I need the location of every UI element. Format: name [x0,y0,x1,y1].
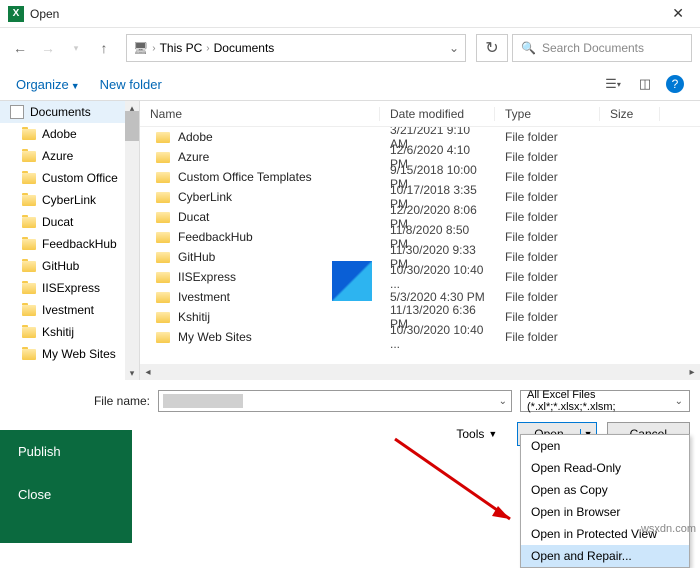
sidebar-item[interactable]: Ivestment [0,299,139,321]
folder-icon [156,192,170,203]
folder-icon [156,212,170,223]
back-button[interactable]: ← [8,36,32,60]
search-icon: 🔍 [521,41,536,55]
scroll-left-icon[interactable]: ◂ [140,367,156,378]
menu-open-repair[interactable]: Open and Repair... [521,545,689,567]
folder-icon [156,152,170,163]
folder-icon [156,272,170,283]
folder-icon [22,151,36,162]
scroll-right-icon[interactable]: ▸ [684,367,700,378]
folder-icon [22,327,36,338]
breadcrumb-root[interactable]: This PC [160,41,203,55]
sidebar-item[interactable]: Adobe [0,123,139,145]
sidebar-root-documents[interactable]: Documents [0,101,139,123]
file-row[interactable]: IISExpress10/30/2020 10:40 ...File folde… [140,267,700,287]
folder-icon [156,232,170,243]
documents-icon [10,105,24,119]
folder-icon [156,292,170,303]
folder-icon [22,239,36,250]
help-button[interactable]: ? [666,75,684,93]
filename-input[interactable]: ⌄ [158,390,512,412]
chevron-right-icon: › [152,43,155,54]
overlay-logo [332,261,372,301]
folder-icon [22,305,36,316]
col-date[interactable]: Date modified [380,107,495,121]
file-type-filter[interactable]: All Excel Files (*.xl*;*.xlsx;*.xlsm; ⌄ [520,390,690,412]
chevron-down-icon[interactable]: ⌄ [499,396,507,407]
menu-open-copy[interactable]: Open as Copy [521,479,689,501]
sidebar-scrollbar[interactable]: ▴ ▾ [125,101,139,380]
col-size[interactable]: Size [600,107,660,121]
menu-open[interactable]: Open [521,435,689,457]
refresh-button[interactable]: ↻ [476,34,508,62]
breadcrumb-current[interactable]: Documents [214,41,275,55]
main-area: Documents Adobe Azure Custom Office Cybe… [0,100,700,380]
folder-icon [156,252,170,263]
new-folder-button[interactable]: New folder [100,77,162,92]
col-name[interactable]: Name [140,107,380,121]
tools-dropdown[interactable]: Tools▼ [456,427,497,441]
folder-icon [156,132,170,143]
scroll-thumb[interactable] [125,111,139,141]
sidebar-item[interactable]: CyberLink [0,189,139,211]
sidebar-item[interactable]: Azure [0,145,139,167]
sidebar-item[interactable]: FeedbackHub [0,233,139,255]
search-input[interactable]: 🔍 Search Documents [512,34,692,62]
col-type[interactable]: Type [495,107,600,121]
sidebar-item[interactable]: IISExpress [0,277,139,299]
menu-open-browser[interactable]: Open in Browser [521,501,689,523]
folder-icon [156,172,170,183]
folder-icon [22,217,36,228]
breadcrumb-dropdown[interactable]: ⌄ [449,41,459,55]
recent-dropdown[interactable]: ▾ [64,36,88,60]
chevron-down-icon: ⌄ [675,396,683,407]
window-title: Open [30,7,664,21]
excel-icon: X [8,6,24,22]
open-dropdown-menu: Open Open Read-Only Open as Copy Open in… [520,434,690,568]
backstage-sidebar: Publish Close [0,430,132,543]
filename-label: File name: [90,394,150,408]
sidebar: Documents Adobe Azure Custom Office Cybe… [0,101,140,380]
view-options-button[interactable]: ☰▾ [602,73,624,95]
title-bar: X Open ✕ [0,0,700,28]
watermark: wsxdn.com [641,523,696,535]
backstage-publish[interactable]: Publish [0,430,132,473]
sidebar-item[interactable]: Custom Office [0,167,139,189]
folder-icon [156,312,170,323]
folder-icon [22,261,36,272]
folder-icon [22,283,36,294]
close-button[interactable]: ✕ [664,5,692,22]
preview-pane-button[interactable]: ◫ [634,73,656,95]
backstage-close[interactable]: Close [0,473,132,516]
file-list: Name Date modified Type Size Adobe3/21/2… [140,101,700,380]
breadcrumb[interactable]: 🖥 › This PC › Documents ⌄ [126,34,466,62]
toolbar: Organize▼ New folder ☰▾ ◫ ? [0,68,700,100]
column-headers: Name Date modified Type Size [140,101,700,127]
folder-icon [22,129,36,140]
pc-icon: 🖥 [133,41,148,55]
sidebar-item[interactable]: Kshitij [0,321,139,343]
horizontal-scrollbar[interactable]: ◂ ▸ [140,364,700,380]
sidebar-item[interactable]: GitHub [0,255,139,277]
sidebar-item[interactable]: Ducat [0,211,139,233]
filename-row: File name: ⌄ All Excel Files (*.xl*;*.xl… [0,380,700,414]
nav-bar: ← → ▾ ↑ 🖥 › This PC › Documents ⌄ ↻ 🔍 Se… [0,28,700,68]
folder-icon [22,195,36,206]
search-placeholder: Search Documents [542,41,644,55]
organize-button[interactable]: Organize▼ [16,77,80,92]
scroll-down-icon[interactable]: ▾ [125,366,139,380]
up-button[interactable]: ↑ [92,36,116,60]
folder-icon [156,332,170,343]
file-row[interactable]: My Web Sites10/30/2020 10:40 ...File fol… [140,327,700,347]
forward-button[interactable]: → [36,36,60,60]
menu-open-readonly[interactable]: Open Read-Only [521,457,689,479]
sidebar-item[interactable]: My Web Sites [0,343,139,365]
folder-icon [22,349,36,360]
chevron-right-icon: › [206,43,209,54]
folder-icon [22,173,36,184]
